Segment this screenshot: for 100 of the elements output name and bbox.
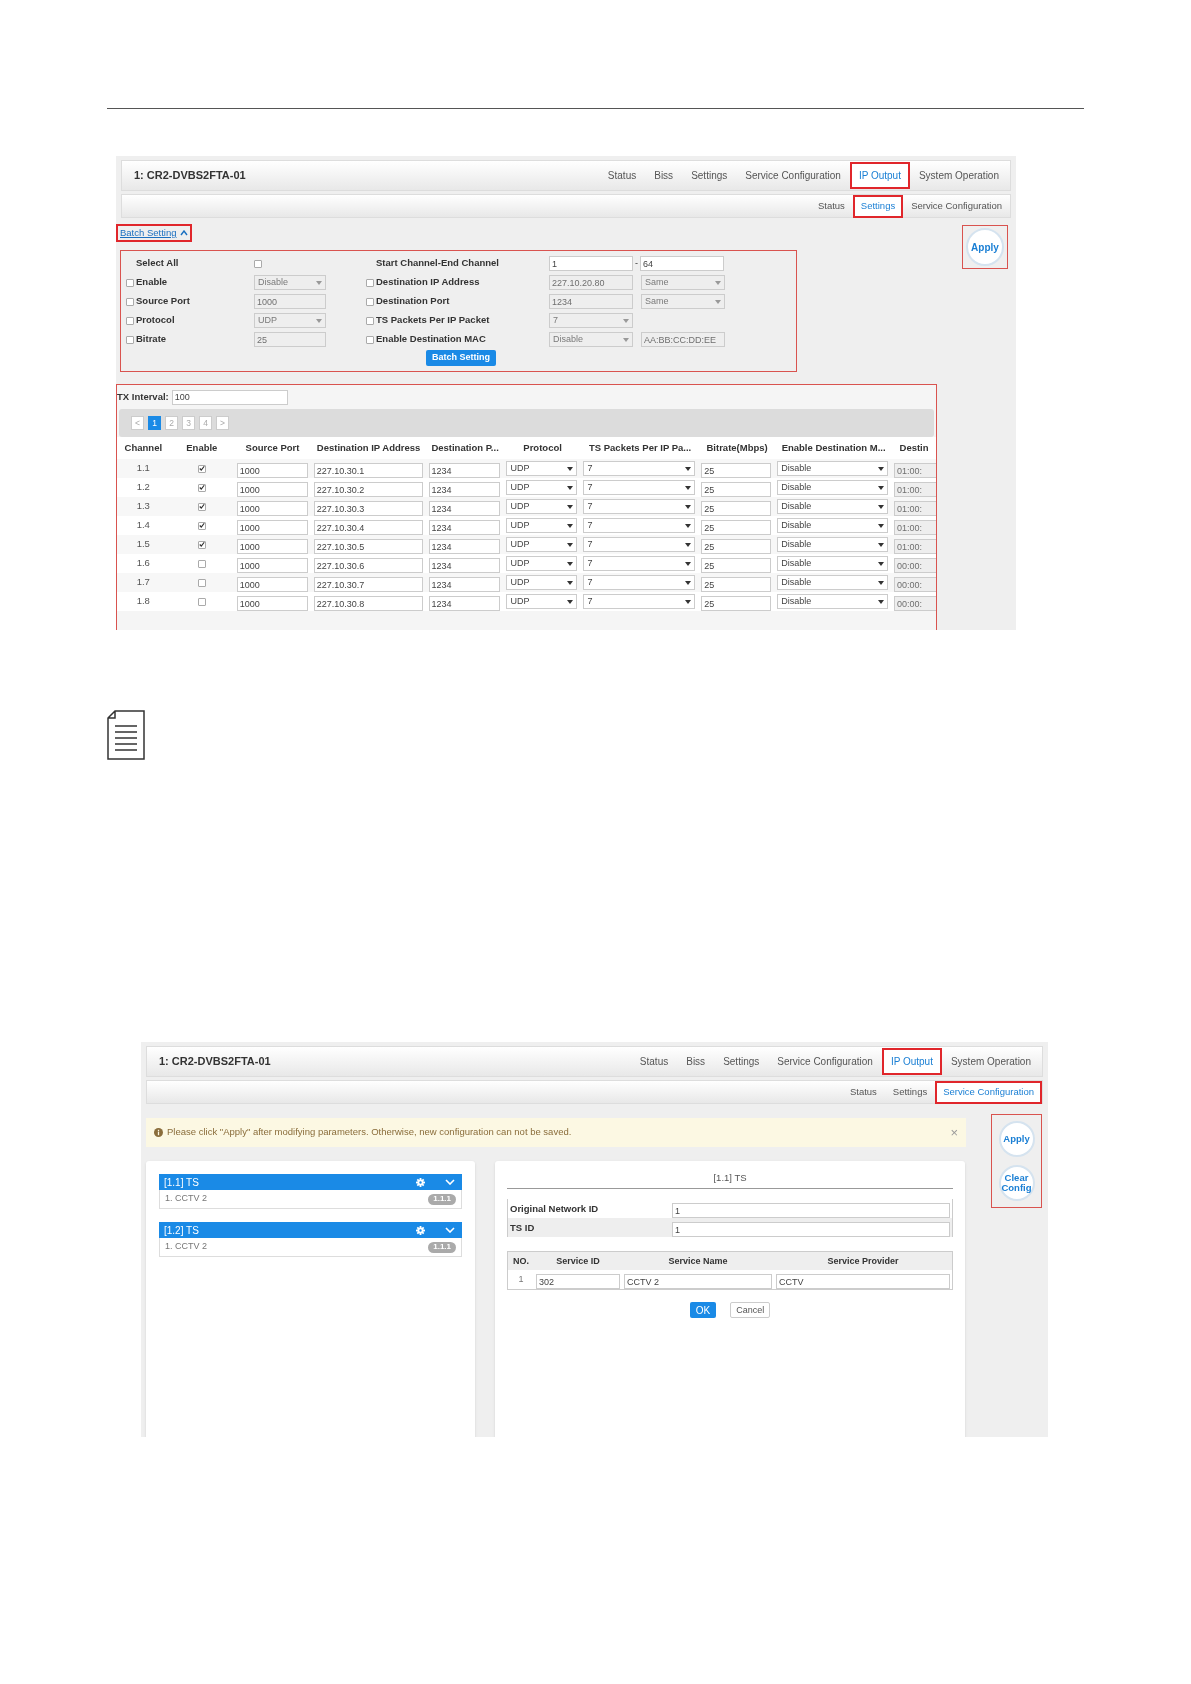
service-item[interactable]: 1. CCTV 2 1.1.1 bbox=[159, 1190, 462, 1209]
input-field[interactable]: 1234 bbox=[428, 558, 501, 573]
checkbox[interactable] bbox=[197, 483, 206, 492]
nav-tab[interactable]: IP Output bbox=[849, 162, 910, 189]
dropdown[interactable]: 7 bbox=[583, 461, 696, 476]
checkbox[interactable] bbox=[254, 259, 262, 268]
dropdown[interactable]: UDP bbox=[506, 594, 578, 609]
input-field[interactable]: 1234 bbox=[428, 501, 501, 516]
nav-tab[interactable]: Biss bbox=[677, 1048, 715, 1075]
chevron-icon[interactable] bbox=[445, 1227, 455, 1233]
checkbox[interactable] bbox=[197, 540, 206, 549]
dropdown[interactable]: 7 bbox=[583, 499, 696, 514]
checkbox[interactable] bbox=[197, 559, 206, 568]
checkbox[interactable] bbox=[366, 297, 374, 306]
service-item[interactable]: 1. CCTV 2 1.1.1 bbox=[159, 1238, 462, 1257]
input-field[interactable]: 01:00: bbox=[894, 482, 936, 497]
input-field[interactable]: 01:00: bbox=[894, 520, 936, 535]
sub-tab[interactable]: Service Configuration bbox=[935, 1080, 1042, 1104]
checkbox[interactable] bbox=[197, 502, 206, 511]
dropdown[interactable]: Disable bbox=[777, 537, 888, 552]
input-field[interactable]: 1000 bbox=[236, 501, 308, 516]
dropdown[interactable]: Disable bbox=[777, 518, 888, 533]
group-header[interactable]: [1.1] TS bbox=[159, 1174, 462, 1190]
checkbox[interactable] bbox=[126, 335, 134, 344]
gear-icon[interactable] bbox=[416, 1177, 425, 1187]
sub-tab[interactable]: Service Configuration bbox=[903, 194, 1010, 218]
nav-tab[interactable]: Settings bbox=[682, 162, 737, 189]
input-field[interactable]: 01:00: bbox=[894, 463, 936, 478]
nav-tab[interactable]: Biss bbox=[645, 162, 683, 189]
input-field[interactable]: 25 bbox=[701, 501, 772, 516]
input-field[interactable]: 227.10.30.6 bbox=[313, 558, 423, 573]
input-field[interactable]: 00:00: bbox=[894, 577, 936, 592]
batch-setting-button[interactable]: Batch Setting bbox=[426, 350, 496, 366]
nav-tab[interactable]: Settings bbox=[714, 1048, 769, 1075]
dropdown[interactable]: UDP bbox=[506, 461, 578, 476]
dropdown[interactable]: Disable bbox=[777, 556, 888, 571]
input-field[interactable]: 1234 bbox=[428, 596, 501, 611]
input-field[interactable]: 302 bbox=[536, 1274, 620, 1290]
nav-tab[interactable]: Service Configuration bbox=[736, 162, 850, 189]
dropdown[interactable]: UDP bbox=[506, 556, 578, 571]
dropdown[interactable]: 7 bbox=[583, 575, 696, 590]
input-field[interactable]: 227.10.30.5 bbox=[313, 539, 423, 554]
batch-setting-link[interactable]: Batch Setting bbox=[116, 224, 192, 243]
input-field[interactable]: CCTV 2 bbox=[624, 1274, 772, 1290]
input-field[interactable]: 227.10.30.4 bbox=[313, 520, 423, 535]
input-field[interactable]: 1 bbox=[549, 256, 633, 271]
nav-tab[interactable]: System Operation bbox=[909, 162, 1008, 189]
input-field[interactable]: 25 bbox=[701, 596, 772, 611]
dropdown[interactable]: 7 bbox=[583, 480, 696, 495]
input-field[interactable]: 1000 bbox=[236, 463, 308, 478]
dropdown[interactable]: UDP bbox=[506, 575, 578, 590]
input-field[interactable]: 1000 bbox=[236, 539, 308, 554]
chevron-icon[interactable] bbox=[445, 1179, 455, 1185]
input-field[interactable]: 1000 bbox=[236, 596, 308, 611]
apply-button[interactable]: Apply bbox=[998, 1121, 1035, 1157]
dropdown[interactable]: Disable bbox=[777, 480, 888, 495]
input-field[interactable]: CCTV bbox=[776, 1274, 950, 1290]
checkbox[interactable] bbox=[197, 597, 206, 606]
checkbox[interactable] bbox=[366, 335, 374, 344]
nav-tab[interactable]: Status bbox=[630, 1048, 678, 1075]
ok-button[interactable]: OK bbox=[689, 1302, 717, 1319]
dropdown[interactable]: UDP bbox=[506, 499, 578, 514]
input-field[interactable]: 25 bbox=[701, 577, 772, 592]
clear-config-button[interactable]: Clear Config bbox=[998, 1165, 1035, 1201]
dropdown[interactable]: Disable bbox=[777, 575, 888, 590]
input-field[interactable]: 1234 bbox=[428, 539, 501, 554]
dropdown[interactable]: UDP bbox=[506, 480, 578, 495]
input-field[interactable]: 227.10.30.1 bbox=[313, 463, 423, 478]
input-field[interactable]: 1 bbox=[672, 1203, 950, 1219]
dropdown[interactable]: Disable bbox=[777, 461, 888, 476]
input-field[interactable]: 1234 bbox=[428, 577, 501, 592]
checkbox[interactable] bbox=[366, 316, 374, 325]
input-field[interactable]: 227.10.30.2 bbox=[313, 482, 423, 497]
cancel-button[interactable]: Cancel bbox=[730, 1302, 771, 1319]
sub-tab[interactable]: Settings bbox=[852, 194, 904, 218]
input-field[interactable]: 1234 bbox=[428, 482, 501, 497]
input-field[interactable]: 25 bbox=[701, 463, 772, 478]
nav-tab[interactable]: IP Output bbox=[881, 1048, 942, 1075]
checkbox[interactable] bbox=[126, 316, 134, 325]
dropdown[interactable]: 7 bbox=[583, 518, 696, 533]
dropdown[interactable]: Disable bbox=[777, 594, 888, 609]
input-field[interactable]: 1000 bbox=[236, 520, 308, 535]
input-field[interactable]: 25 bbox=[701, 520, 772, 535]
input-field[interactable]: 227.10.30.7 bbox=[313, 577, 423, 592]
input-field[interactable]: 00:00: bbox=[894, 558, 936, 573]
checkbox[interactable] bbox=[366, 278, 374, 287]
dropdown[interactable]: UDP bbox=[506, 537, 578, 552]
nav-tab[interactable]: Status bbox=[598, 162, 646, 189]
input-field[interactable]: 227.10.30.3 bbox=[313, 501, 423, 516]
checkbox[interactable] bbox=[197, 464, 206, 473]
checkbox[interactable] bbox=[197, 521, 206, 530]
input-field[interactable]: 100 bbox=[171, 389, 288, 405]
input-field[interactable]: 64 bbox=[640, 256, 724, 271]
input-field[interactable]: 1234 bbox=[428, 463, 501, 478]
input-field[interactable]: 25 bbox=[701, 558, 772, 573]
dropdown[interactable]: 7 bbox=[583, 556, 696, 571]
input-field[interactable]: 1000 bbox=[236, 558, 308, 573]
input-field[interactable]: 01:00: bbox=[894, 501, 936, 516]
nav-tab[interactable]: Service Configuration bbox=[768, 1048, 882, 1075]
sub-tab[interactable]: Status bbox=[841, 1080, 885, 1104]
